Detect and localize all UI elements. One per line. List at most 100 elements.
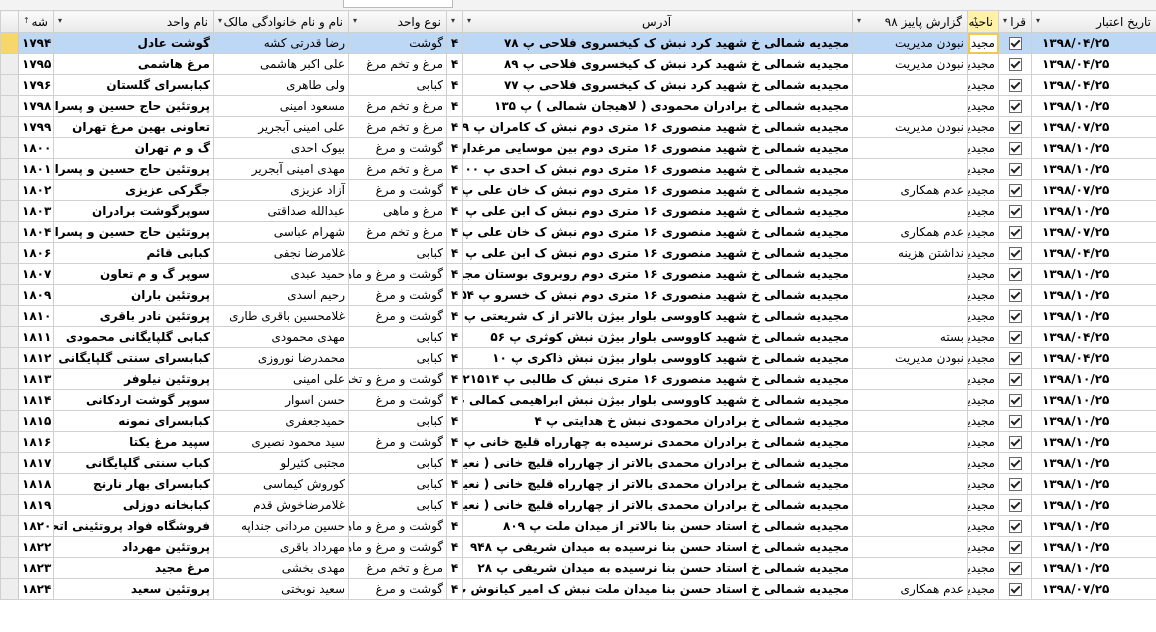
row-selector[interactable] xyxy=(0,431,19,453)
cell-chk[interactable] xyxy=(998,95,1032,117)
cell-address[interactable]: مجیدیه شمالی خ شهید منصوری ۱۶ متری نبش ک… xyxy=(462,368,853,390)
cell-chk[interactable] xyxy=(998,137,1032,159)
cell-area[interactable]: مجیدیه شمالی xyxy=(967,53,999,75)
cell-address[interactable]: مجیدیه شمالی خ برادران محمدی نرسیده به چ… xyxy=(462,431,853,453)
cell-unit[interactable]: گوشت عادل xyxy=(53,32,214,54)
cell-owner[interactable]: حسین مردانی جنداپه xyxy=(213,515,349,537)
checkbox-checked-icon[interactable] xyxy=(1008,436,1022,449)
cell-area[interactable]: مجیدیه شمالی xyxy=(967,242,999,264)
cell-date[interactable]: ۱۳۹۸/۱۰/۲۵ xyxy=(1031,95,1156,117)
cell-address[interactable]: مجیدیه شمالی خ برادران محمودی ( لاهیجان … xyxy=(462,95,853,117)
cell-type[interactable]: کبابی xyxy=(348,410,447,432)
cell-owner[interactable]: رحیم اسدی xyxy=(213,284,349,306)
cell-chk[interactable] xyxy=(998,473,1032,495)
cell-date[interactable]: ۱۳۹۸/۰۴/۲۵ xyxy=(1031,326,1156,348)
row-selector[interactable] xyxy=(0,578,19,600)
checkbox-checked-icon[interactable] xyxy=(1008,562,1022,575)
row-selector[interactable] xyxy=(0,74,19,96)
cell-report[interactable] xyxy=(852,263,968,285)
cell-chk[interactable] xyxy=(998,221,1032,243)
cell-chk[interactable] xyxy=(998,284,1032,306)
cell-num[interactable]: ۱۸۱۸ xyxy=(18,473,54,495)
cell-address[interactable]: مجیدیه شمالی خ شهید کرد نبش ک کیخسروی فل… xyxy=(462,53,853,75)
cell-chk[interactable] xyxy=(998,74,1032,96)
checkbox-checked-icon[interactable] xyxy=(1008,37,1022,50)
cell-num[interactable]: ۱۸۰۹ xyxy=(18,284,54,306)
cell-area[interactable]: مجیدیه شمالی xyxy=(967,74,999,96)
cell-code[interactable]: ۴ xyxy=(446,389,463,411)
checkbox-checked-icon[interactable] xyxy=(1008,478,1022,491)
table-row[interactable]: ۱۸۱۶ سپید مرغ یکتا سید محمود نصیری گوشت و م… xyxy=(0,431,1156,453)
row-selector[interactable] xyxy=(0,263,19,285)
cell-code[interactable]: ۴ xyxy=(446,305,463,327)
checkbox-checked-icon[interactable] xyxy=(1008,289,1022,302)
checkbox-checked-icon[interactable] xyxy=(1008,331,1022,344)
cell-chk[interactable] xyxy=(998,452,1032,474)
cell-area[interactable]: مجیدیه شمالی xyxy=(967,137,999,159)
cell-owner[interactable]: شهرام عباسی xyxy=(213,221,349,243)
cell-type[interactable]: مرغ و تخم مرغ xyxy=(348,557,447,579)
table-row[interactable]: ۱۷۹۵ مرغ هاشمی علی اکبر هاشمی مرغ و تخم مرغ… xyxy=(0,53,1156,75)
cell-num[interactable]: ۱۸۱۵ xyxy=(18,410,54,432)
cell-area[interactable]: مجیدیه شمالی xyxy=(967,305,999,327)
table-row[interactable]: ۱۸۱۹ کبابخانه دوزلی غلامرضاخوش قدم کبابی ۴ مج… xyxy=(0,494,1156,516)
checkbox-checked-icon[interactable] xyxy=(1008,415,1022,428)
checkbox-checked-icon[interactable] xyxy=(1008,457,1022,470)
cell-report[interactable] xyxy=(852,494,968,516)
cell-type[interactable]: مرغ و تخم مرغ xyxy=(348,221,447,243)
checkbox-checked-icon[interactable] xyxy=(1008,226,1022,239)
column-header-chk[interactable]: ▾ قرا xyxy=(998,10,1032,33)
cell-type[interactable]: مرغ و تخم مرغ xyxy=(348,95,447,117)
cell-report[interactable] xyxy=(852,74,968,96)
cell-type[interactable]: گوشت و مرغ xyxy=(348,284,447,306)
cell-report[interactable]: عدم همکاری xyxy=(852,179,968,201)
cell-owner[interactable]: محمدرضا نوروزی xyxy=(213,347,349,369)
cell-chk[interactable] xyxy=(998,32,1032,54)
cell-address[interactable]: مجیدیه شمالی خ شهید منصوری ۱۶ متری دوم ن… xyxy=(462,221,853,243)
cell-code[interactable]: ۴ xyxy=(446,32,463,54)
cell-owner[interactable]: حمیدجعفری xyxy=(213,410,349,432)
cell-type[interactable]: کبابی xyxy=(348,473,447,495)
cell-chk[interactable] xyxy=(998,305,1032,327)
checkbox-checked-icon[interactable] xyxy=(1008,541,1022,554)
cell-owner[interactable]: غلامحسین باقری طاری xyxy=(213,305,349,327)
cell-owner[interactable]: حسن اسوار xyxy=(213,389,349,411)
cell-unit[interactable]: پروتئین نیلوفر xyxy=(53,368,214,390)
cell-address[interactable]: مجیدیه شمالی خ استاد حسن بنا بالاتر از م… xyxy=(462,515,853,537)
row-selector[interactable] xyxy=(0,242,19,264)
cell-address[interactable]: مجیدیه شمالی خ شهید کاووسی بلوار بیژن نب… xyxy=(462,347,853,369)
table-row[interactable]: ۱۸۰۶ کبابی قائم غلامرضا نجفی کبابی ۴ مجیدیه ش… xyxy=(0,242,1156,264)
cell-date[interactable]: ۱۳۹۸/۱۰/۲۵ xyxy=(1031,284,1156,306)
cell-num[interactable]: ۱۸۰۶ xyxy=(18,242,54,264)
table-row[interactable]: ۱۸۱۱ کبابی گلپایگانی محمودی مهدی محمودی کبا… xyxy=(0,326,1156,348)
cell-address[interactable]: مجیدیه شمالی خ شهید منصوری ۱۶ متری دوم ن… xyxy=(462,158,853,180)
cell-address[interactable]: مجیدیه شمالی خ شهید کاووسی بلوار بیژن نب… xyxy=(462,389,853,411)
cell-num[interactable]: ۱۸۰۴ xyxy=(18,221,54,243)
cell-unit[interactable]: مرغ مجید xyxy=(53,557,214,579)
checkbox-checked-icon[interactable] xyxy=(1008,394,1022,407)
cell-num[interactable]: ۱۸۲۳ xyxy=(18,557,54,579)
table-row[interactable]: ۱۸۱۲ کبابسرای سنتی گلپایگانی محمدرضا نوروز… xyxy=(0,347,1156,369)
checkbox-checked-icon[interactable] xyxy=(1008,268,1022,281)
cell-code[interactable]: ۴ xyxy=(446,368,463,390)
cell-address[interactable]: مجیدیه شمالی خ شهید منصوری ۱۶ متری دوم ن… xyxy=(462,179,853,201)
row-selector[interactable] xyxy=(0,389,19,411)
cell-code[interactable]: ۴ xyxy=(446,410,463,432)
cell-area[interactable]: مجیدیه شمالی xyxy=(967,410,999,432)
checkbox-checked-icon[interactable] xyxy=(1008,79,1022,92)
cell-unit[interactable]: کباب سنتی گلپایگانی xyxy=(53,452,214,474)
cell-type[interactable]: گوشت xyxy=(348,32,447,54)
cell-code[interactable]: ۴ xyxy=(446,431,463,453)
checkbox-checked-icon[interactable] xyxy=(1008,499,1022,512)
cell-report[interactable]: عدم همکاری xyxy=(852,578,968,600)
cell-owner[interactable]: علی امینی xyxy=(213,368,349,390)
cell-type[interactable]: مرغ و تخم مرغ xyxy=(348,53,447,75)
cell-address[interactable]: مجیدیه شمالی خ شهید کرد نبش ک کیخسروی فل… xyxy=(462,74,853,96)
cell-unit[interactable]: جگرکی عزیزی xyxy=(53,179,214,201)
row-selector[interactable] xyxy=(0,305,19,327)
cell-type[interactable]: گوشت و مرغ و ماهی xyxy=(348,536,447,558)
cell-num[interactable]: ۱۸۱۷ xyxy=(18,452,54,474)
cell-unit[interactable]: پروتئین باران xyxy=(53,284,214,306)
cell-unit[interactable]: کبابخانه دوزلی xyxy=(53,494,214,516)
cell-num[interactable]: ۱۸۰۰ xyxy=(18,137,54,159)
